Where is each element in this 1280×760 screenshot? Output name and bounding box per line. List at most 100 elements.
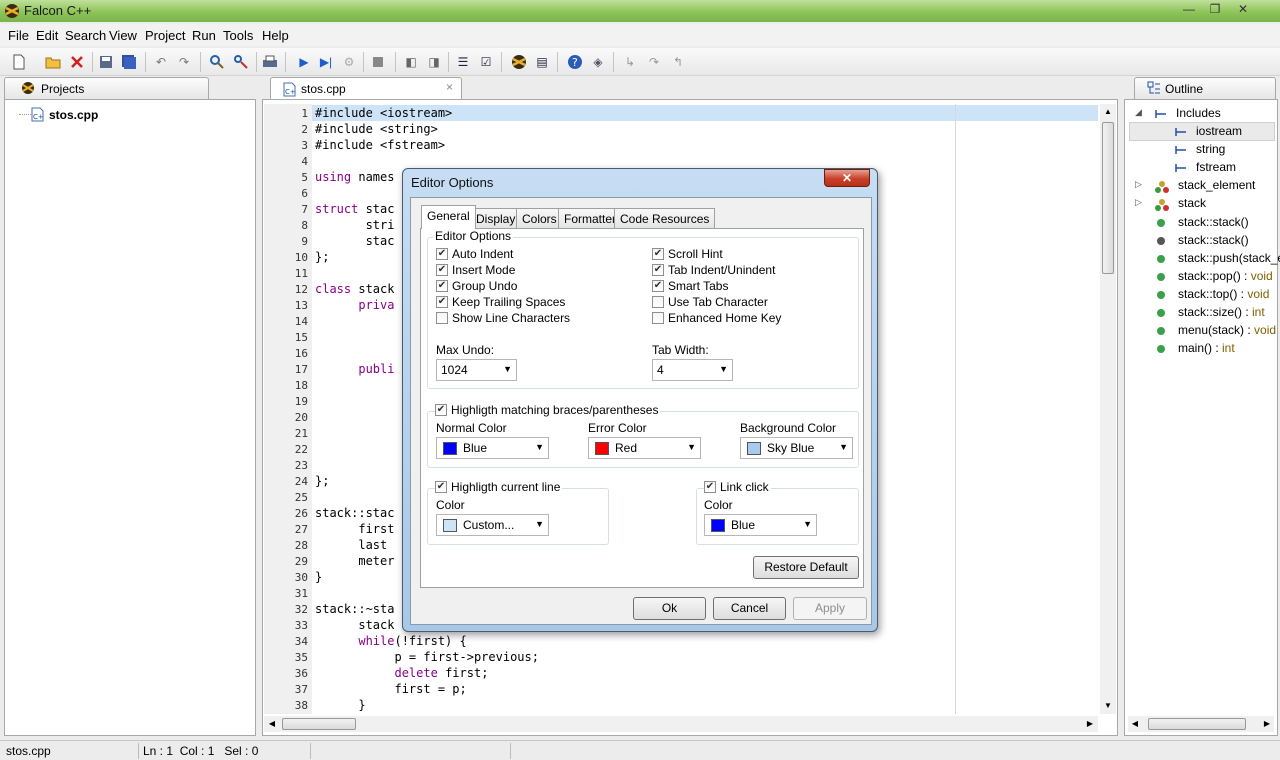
highlight-current-line-checkbox[interactable]: ✔ Highligth current line — [435, 480, 563, 494]
outline-item[interactable]: stack::stack() — [1178, 233, 1249, 247]
falcon-icon[interactable] — [510, 53, 528, 71]
apply-button[interactable]: Apply — [793, 597, 867, 620]
menu-project[interactable]: Project — [145, 28, 185, 43]
list-icon[interactable]: ☰ — [454, 53, 472, 71]
tab-colors[interactable]: Colors — [516, 208, 563, 228]
outline-item[interactable]: menu(stack) : void — [1178, 323, 1276, 337]
menu-view[interactable]: View — [109, 28, 137, 43]
group-undo-checkbox[interactable]: ✔ Group Undo — [436, 279, 517, 293]
run-icon[interactable]: ▶ — [295, 53, 313, 71]
scroll-left-arrow-icon[interactable]: ◀ — [1128, 716, 1142, 732]
dialog-close-button[interactable]: ✕ — [824, 169, 870, 187]
scroll-right-arrow-icon[interactable]: ▶ — [1260, 716, 1274, 732]
link-click-checkbox[interactable]: ✔ Link click — [704, 480, 771, 494]
step-over-icon[interactable]: ↷ — [645, 53, 663, 71]
outline-item[interactable]: stack::push(stack_e — [1178, 251, 1280, 265]
scrollbar-thumb[interactable] — [1148, 718, 1246, 730]
outline-item[interactable]: string — [1196, 142, 1225, 156]
tab-formatter[interactable]: Formatter — [558, 208, 623, 228]
expand-arrow-icon[interactable]: ▷ — [1135, 197, 1142, 208]
menu-help[interactable]: Help — [262, 28, 289, 43]
restore-default-button[interactable]: Restore Default — [753, 556, 859, 579]
auto-indent-checkbox[interactable]: ✔ Auto Indent — [436, 247, 513, 261]
tab-indent-checkbox[interactable]: ✔ Tab Indent/Unindent — [652, 263, 775, 277]
step-out-icon[interactable]: ↰ — [669, 53, 687, 71]
menu-file[interactable]: File — [8, 28, 29, 43]
outline-item[interactable]: main() : int — [1178, 341, 1235, 355]
outline-item[interactable]: stack::pop() : void — [1178, 269, 1273, 283]
scroll-right-arrow-icon[interactable]: ▶ — [1082, 716, 1098, 732]
menu-edit[interactable]: Edit — [36, 28, 58, 43]
tab-close-icon[interactable]: × — [446, 80, 453, 94]
help-icon[interactable]: ? — [566, 53, 584, 71]
save-all-icon[interactable] — [120, 53, 138, 71]
background-color-combo[interactable]: Sky Blue ▼ — [740, 437, 853, 459]
tab-projects[interactable]: Projects — [4, 77, 209, 99]
tree-item-stos-cpp[interactable]: stos.cpp — [49, 108, 98, 122]
step-icon[interactable]: ▶| — [317, 53, 335, 71]
maximize-button[interactable]: ❐ — [1202, 1, 1228, 19]
menu-run[interactable]: Run — [192, 28, 216, 43]
scroll-up-arrow-icon[interactable]: ▲ — [1100, 104, 1116, 120]
tab-display[interactable]: Display — [470, 208, 522, 228]
replace-icon[interactable] — [232, 53, 250, 71]
tab-code-resources[interactable]: Code Resources — [614, 208, 716, 228]
save-icon[interactable] — [97, 53, 115, 71]
scrollbar-thumb[interactable] — [282, 718, 356, 730]
find-icon[interactable] — [208, 53, 226, 71]
use-tab-character-checkbox[interactable]: Use Tab Character — [652, 295, 768, 309]
tab-outline[interactable]: Outline — [1134, 77, 1276, 99]
insert-mode-checkbox[interactable]: ✔ Insert Mode — [436, 263, 515, 277]
link-click-color-combo[interactable]: Blue ▼ — [704, 514, 817, 536]
highlight-braces-checkbox[interactable]: ✔ Highligth matching braces/parentheses — [435, 403, 661, 417]
open-folder-icon[interactable] — [44, 53, 62, 71]
compile-settings-icon[interactable]: ⚙ — [340, 53, 358, 71]
close-window-button[interactable]: ✕ — [1230, 1, 1256, 19]
outline-item[interactable]: stack::top() : void — [1178, 287, 1269, 301]
next-icon[interactable]: ◨ — [425, 53, 443, 71]
editor-horizontal-scrollbar[interactable]: ◀ ▶ — [264, 716, 1098, 732]
tab-stos-cpp[interactable]: C+ stos.cpp × — [270, 77, 462, 99]
package-icon[interactable]: ◈ — [589, 53, 607, 71]
outline-item[interactable]: fstream — [1196, 160, 1236, 174]
smart-tabs-checkbox[interactable]: ✔ Smart Tabs — [652, 279, 728, 293]
menu-tools[interactable]: Tools — [223, 28, 253, 43]
cancel-button[interactable]: Cancel — [713, 597, 786, 620]
expand-arrow-icon[interactable]: ◢ — [1135, 107, 1142, 118]
redo-icon[interactable]: ↷ — [175, 53, 193, 71]
outline-horizontal-scrollbar[interactable]: ◀ ▶ — [1128, 716, 1274, 732]
outline-item[interactable]: stack — [1178, 196, 1206, 210]
outline-item[interactable]: stack::stack() — [1178, 215, 1249, 229]
ok-button[interactable]: Ok — [633, 597, 706, 620]
editor-vertical-scrollbar[interactable]: ▲ ▼ — [1100, 104, 1116, 714]
step-into-icon[interactable]: ↳ — [621, 53, 639, 71]
previous-icon[interactable]: ◧ — [402, 53, 420, 71]
menu-search[interactable]: Search — [65, 28, 106, 43]
keep-trailing-spaces-checkbox[interactable]: ✔ Keep Trailing Spaces — [436, 295, 565, 309]
max-undo-combo[interactable]: 1024 ▼ — [436, 359, 517, 381]
close-file-icon[interactable] — [68, 53, 86, 71]
outline-item[interactable]: iostream — [1196, 124, 1242, 138]
outline-item[interactable]: Includes — [1176, 106, 1221, 120]
current-line-color-combo[interactable]: Custom... ▼ — [436, 514, 549, 536]
print-icon[interactable] — [261, 53, 279, 71]
checklist-icon[interactable]: ☑ — [477, 53, 495, 71]
scroll-down-arrow-icon[interactable]: ▼ — [1100, 698, 1116, 714]
properties-icon[interactable]: ▤ — [533, 53, 551, 71]
expand-arrow-icon[interactable]: ▷ — [1135, 179, 1142, 190]
new-file-icon[interactable] — [10, 53, 28, 71]
error-color-combo[interactable]: Red ▼ — [588, 437, 701, 459]
minimize-button[interactable]: — — [1176, 1, 1202, 19]
tab-general[interactable]: General — [421, 205, 476, 229]
show-line-characters-checkbox[interactable]: Show Line Characters — [436, 311, 570, 325]
normal-color-combo[interactable]: Blue ▼ — [436, 437, 549, 459]
outline-item[interactable]: stack_element — [1178, 178, 1255, 192]
scrollbar-thumb[interactable] — [1102, 122, 1114, 274]
outline-item[interactable]: stack::size() : int — [1178, 305, 1265, 319]
undo-icon[interactable]: ↶ — [152, 53, 170, 71]
enhanced-home-key-checkbox[interactable]: Enhanced Home Key — [652, 311, 781, 325]
scroll-hint-checkbox[interactable]: ✔ Scroll Hint — [652, 247, 723, 261]
tab-width-combo[interactable]: 4 ▼ — [652, 359, 733, 381]
stop-icon[interactable] — [369, 53, 387, 71]
scroll-left-arrow-icon[interactable]: ◀ — [264, 716, 280, 732]
